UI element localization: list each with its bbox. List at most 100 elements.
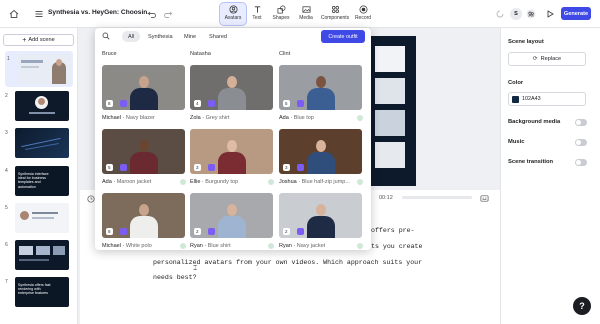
help-button[interactable]: ? (573, 297, 591, 315)
purple-badge-icon (297, 228, 304, 235)
home-icon[interactable] (8, 8, 20, 20)
scene-item[interactable]: 6 (5, 240, 73, 270)
filter-all[interactable]: All (122, 31, 141, 42)
music-label: Music (508, 139, 525, 145)
scene-number: 6 (5, 242, 8, 248)
scene-item[interactable]: 4 Synthesia interface ideal for business… (5, 166, 73, 196)
avatar-card[interactable]: 3 (190, 129, 273, 174)
timeline-track[interactable] (402, 196, 472, 199)
avatar-card[interactable]: 2 (190, 193, 273, 238)
avatar-card[interactable]: 5 (279, 65, 362, 110)
avatar-outfit: Burgundy top (205, 179, 239, 185)
replace-label: Replace (540, 56, 562, 62)
background-media-toggle[interactable] (575, 119, 587, 126)
avatar-card[interactable]: 5 (102, 129, 185, 174)
clock-icon[interactable] (87, 195, 95, 205)
tool-label: Media (299, 15, 313, 21)
avatar-card[interactable]: 2 (279, 193, 362, 238)
undo-icon[interactable] (146, 8, 158, 20)
scene-transition-toggle[interactable] (575, 159, 587, 166)
scene-item[interactable]: 3 (5, 128, 73, 158)
captions-icon[interactable] (480, 194, 489, 205)
scene-item[interactable]: 1 (5, 51, 73, 87)
purple-badge-icon (120, 164, 127, 171)
tool-media[interactable]: Media (293, 3, 319, 25)
document-title[interactable]: Synthesia vs. HeyGen: Choosin... (48, 9, 153, 16)
avatar-outfit: Blue shirt (207, 243, 231, 249)
scene-thumbnail (15, 91, 69, 121)
scene-item[interactable]: 7 Synthesia offers fast rendering with e… (5, 277, 73, 307)
avatar-outfit: Maroon jacket (116, 179, 152, 185)
check-icon (180, 179, 186, 185)
avatar-card[interactable]: 4 (190, 65, 273, 110)
tool-label: Avatars (224, 15, 242, 21)
avatar-caption: Ada · Maroon jacket (102, 179, 152, 185)
avatar-name: Joshua (279, 179, 297, 185)
scene-caption: Synthesia offers fast rendering with ent… (18, 283, 51, 296)
generate-button[interactable]: Generate (561, 7, 591, 20)
avatar-caption: Ellie · Burgundy top (190, 179, 239, 185)
color-value: 102A43 (522, 96, 541, 102)
avatar-icon (228, 5, 238, 14)
tool-label: Record (354, 15, 372, 21)
search-icon[interactable] (102, 32, 110, 42)
scene-thumbnail (15, 203, 69, 233)
scene-item[interactable]: 2 (5, 91, 73, 121)
scene-thumbnail: Synthesia offers fast rendering with ent… (15, 277, 69, 307)
purple-badge-icon (120, 100, 127, 107)
purple-badge-icon (208, 100, 215, 107)
tool-record[interactable]: Record (350, 3, 376, 25)
music-toggle[interactable] (575, 139, 587, 146)
scene-number: 2 (5, 93, 8, 99)
menu-icon[interactable] (33, 8, 45, 20)
color-field[interactable]: 102A43 (508, 92, 586, 106)
tool-text[interactable]: Text (244, 3, 270, 25)
tool-shapes[interactable]: Shapes (268, 3, 294, 25)
purple-badge-icon (120, 228, 127, 235)
avatar-card[interactable]: 3 (279, 129, 362, 174)
camera-count: 2 (283, 228, 290, 235)
properties-panel (500, 28, 600, 324)
avatar-name: Michael (102, 243, 121, 249)
avatar-outfit: Navy jacket (296, 243, 326, 249)
tool-avatars[interactable]: Avatars (219, 2, 247, 26)
user-avatar[interactable]: S (510, 8, 522, 20)
add-scene-button[interactable]: + Add scene (3, 34, 74, 46)
scene-item[interactable]: 5 (5, 203, 73, 233)
scene-number: 3 (5, 130, 8, 136)
scene-number: 4 (5, 168, 8, 174)
camera-count: 5 (283, 100, 290, 107)
avatar-card[interactable]: 8 (102, 65, 185, 110)
color-swatch[interactable] (512, 96, 519, 103)
scene-thumbnail (15, 240, 69, 270)
sync-icon (494, 8, 506, 20)
filter-synthesia[interactable]: Synthesia (142, 31, 179, 42)
collaborators-icon[interactable] (525, 8, 537, 20)
avatar-caption: Michael · White polo (102, 243, 152, 249)
media-icon (302, 6, 310, 13)
script-line: offers pre- (371, 227, 415, 234)
record-icon (359, 5, 367, 14)
avatar-card[interactable]: 8 (102, 193, 185, 238)
canvas-slide-edge[interactable] (371, 36, 416, 186)
filter-shared[interactable]: Shared (203, 31, 233, 42)
tool-components[interactable]: Components (321, 3, 349, 25)
tool-label: Components (320, 15, 350, 21)
color-label: Color (508, 80, 524, 86)
plus-icon: + (22, 36, 27, 44)
replace-layout-button[interactable]: ⟳ Replace (508, 52, 586, 66)
filter-mine[interactable]: Mine (178, 31, 202, 42)
column-header: Bruce (102, 51, 117, 57)
column-header: Clint (279, 51, 291, 57)
redo-icon[interactable] (162, 8, 174, 20)
scene-number: 7 (5, 279, 8, 285)
purple-badge-icon (208, 164, 215, 171)
avatar-outfit: Blue half-zip jump... (301, 179, 350, 185)
scene-layout-label: Scene layout (508, 39, 544, 45)
avatar-outfit: Navy blazer (125, 115, 155, 121)
play-preview-icon[interactable] (544, 8, 556, 20)
script-line: needs best? (153, 274, 197, 281)
create-outfit-button[interactable]: Create outfit (321, 30, 365, 43)
add-scene-label: Add scene (28, 37, 55, 43)
avatar-name: Michael (102, 115, 121, 121)
